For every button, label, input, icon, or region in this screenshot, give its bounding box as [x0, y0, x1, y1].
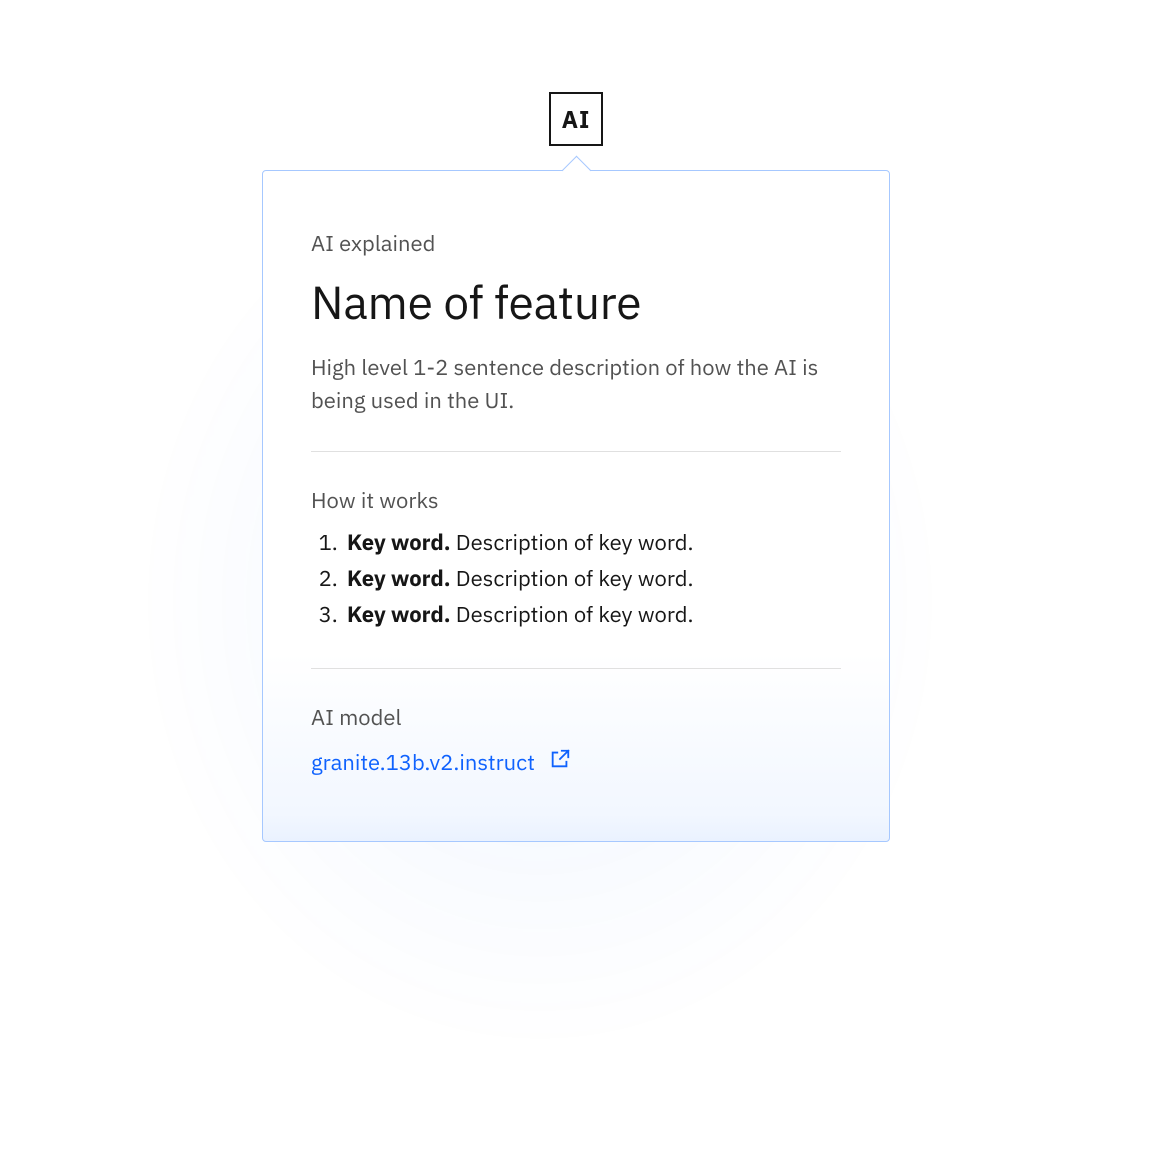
divider: [311, 451, 841, 452]
ai-model-link[interactable]: granite.13b.v2.instruct: [311, 748, 571, 777]
list-item-keyword: Key word.: [347, 564, 451, 593]
how-it-works-list: Key word. Description of key word. Key w…: [311, 525, 841, 634]
how-it-works-label: How it works: [311, 486, 841, 515]
popover-description: High level 1-2 sentence description of h…: [311, 351, 841, 417]
ai-model-link-text: granite.13b.v2.instruct: [311, 748, 535, 777]
list-item-keyword: Key word.: [347, 528, 451, 557]
external-link-icon: [549, 748, 571, 777]
list-item-text: Description of key word.: [451, 564, 694, 593]
ai-model-label: AI model: [311, 703, 841, 732]
divider: [311, 668, 841, 669]
ai-badge[interactable]: AI: [549, 92, 603, 146]
ai-badge-label: AI: [562, 103, 591, 135]
list-item: Key word. Description of key word.: [343, 561, 841, 597]
list-item-text: Description of key word.: [451, 528, 694, 557]
list-item: Key word. Description of key word.: [343, 597, 841, 633]
list-item: Key word. Description of key word.: [343, 525, 841, 561]
list-item-keyword: Key word.: [347, 600, 451, 629]
ai-explained-popover: AI explained Name of feature High level …: [262, 170, 890, 842]
popover-title: Name of feature: [311, 276, 841, 329]
list-item-text: Description of key word.: [451, 600, 694, 629]
popover-eyebrow: AI explained: [311, 229, 841, 258]
